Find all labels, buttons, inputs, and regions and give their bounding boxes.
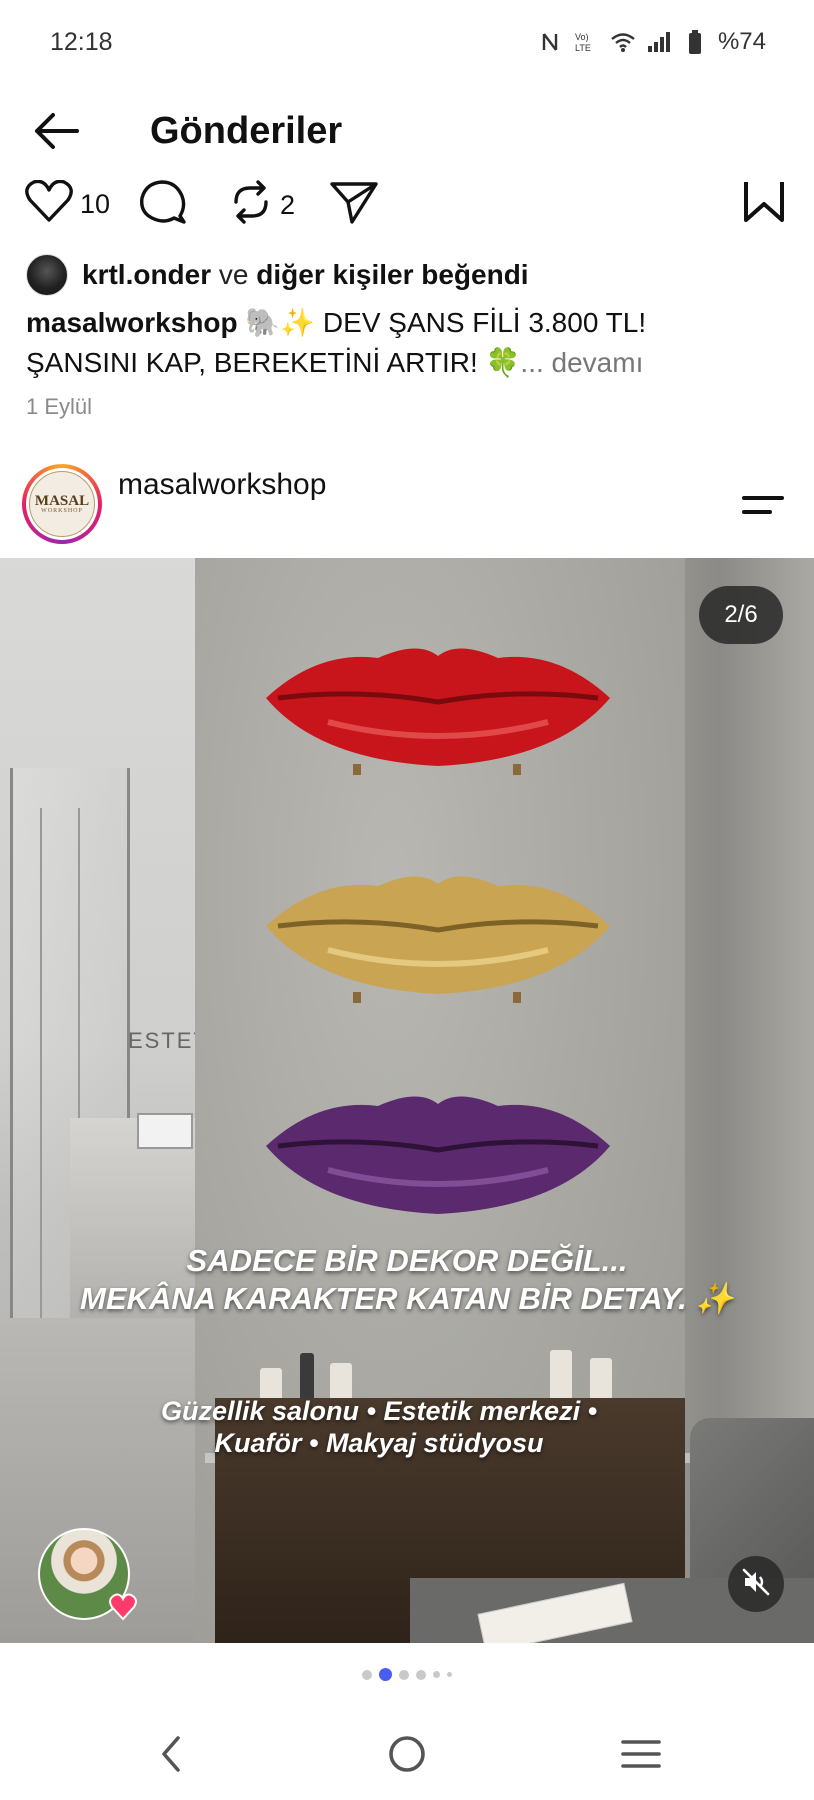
nav-recents-button[interactable] — [606, 1728, 676, 1784]
likes-summary[interactable]: krtl.onder ve diğer kişiler beğendi — [26, 254, 529, 296]
carousel-dot — [433, 1671, 440, 1678]
carousel-dot — [399, 1669, 409, 1680]
purple-lips-decor — [266, 1096, 610, 1214]
battery-icon — [682, 29, 708, 55]
repost-count: 2 — [280, 190, 296, 220]
post-caption[interactable]: masalworkshop 🐘✨ DEV ŞANS FİLİ 3.800 TL!… — [26, 303, 746, 383]
carousel-indicator — [0, 1668, 814, 1681]
carousel-dot — [416, 1669, 426, 1680]
caption-more-link[interactable]: ... devamı — [520, 347, 643, 378]
signal-icon — [646, 29, 672, 55]
overlay-subline-2: Kuaför • Makyaj stüdyosu — [214, 1428, 544, 1458]
profile-avatar-inner: MASAL WORKSHOP — [26, 468, 98, 540]
post-date: 1 Eylül — [26, 394, 93, 419]
back-button[interactable] — [26, 108, 86, 158]
heart-icon — [24, 179, 74, 229]
red-lips-decor — [266, 648, 610, 775]
avatar — [26, 254, 68, 296]
status-bar: 12:18 Vo) LTE %74 — [0, 0, 814, 90]
overlay-subline-1: Güzellik salonu • Estetik merkezi • — [160, 1396, 598, 1426]
overlay-headline-1: SADECE BİR DEKOR DEĞİL... — [186, 1243, 628, 1278]
likes-others[interactable]: diğer kişiler beğendi — [256, 259, 528, 290]
share-button[interactable] — [330, 180, 380, 231]
nav-home-icon — [387, 1734, 427, 1779]
likes-connector: ve — [218, 259, 249, 290]
heart-badge-icon — [108, 1592, 138, 1622]
comment-icon — [138, 180, 188, 231]
monitor — [137, 1113, 193, 1149]
battery-percent: %74 — [717, 28, 766, 55]
status-icons: Vo) LTE %74 — [538, 28, 766, 56]
status-time: 12:18 — [50, 28, 113, 56]
gold-lips-decor — [266, 876, 610, 1003]
save-icon — [742, 180, 786, 231]
mute-icon — [741, 1567, 771, 1602]
previous-post-actions: 10 2 — [0, 179, 814, 231]
caption-username[interactable]: masalworkshop — [26, 307, 238, 338]
page-title: Gönderiler — [150, 110, 343, 152]
nav-recents-icon — [620, 1737, 662, 1776]
post-image[interactable]: ESTET 2/6 SADECE BİR DEKOR DEĞİL... MEKÂ… — [0, 558, 814, 1643]
liker-username[interactable]: krtl.onder — [82, 259, 211, 290]
nav-home-button[interactable] — [372, 1728, 442, 1784]
wifi-icon — [610, 29, 636, 55]
post-menu-button[interactable] — [740, 490, 786, 520]
logo-subtext: WORKSHOP — [41, 508, 83, 514]
svg-text:LTE: LTE — [575, 43, 591, 53]
share-icon — [330, 180, 380, 231]
system-nav-bar — [0, 1712, 814, 1800]
nav-back-button[interactable] — [136, 1728, 206, 1784]
like-button[interactable]: 10 — [24, 179, 111, 229]
volte-icon: Vo) LTE — [574, 29, 600, 55]
comment-button[interactable] — [138, 180, 188, 231]
carousel-dot — [447, 1672, 452, 1677]
top-bar: Gönderiler — [0, 92, 814, 172]
svg-text:Vo): Vo) — [575, 32, 589, 42]
profile-avatar-logo: MASAL WORKSHOP — [29, 471, 95, 537]
logo-text: MASAL — [34, 493, 90, 509]
nfc-icon — [538, 29, 564, 55]
menu-icon — [740, 496, 786, 524]
profile-avatar-ring[interactable]: MASAL WORKSHOP — [22, 464, 102, 544]
carousel-dot — [362, 1669, 372, 1680]
post-header: MASAL WORKSHOP masalworkshop — [0, 460, 814, 550]
nav-back-icon — [156, 1734, 186, 1779]
repost-icon — [228, 180, 274, 231]
post-username[interactable]: masalworkshop — [118, 468, 326, 502]
likes-text: krtl.onder ve diğer kişiler beğendi — [82, 259, 529, 291]
save-button[interactable] — [742, 180, 786, 231]
overlay-headline-2: MEKÂNA KARAKTER KATAN BİR DETAY. ✨ — [80, 1281, 734, 1316]
arrow-left-icon — [31, 111, 81, 156]
carousel-dot-active — [379, 1668, 392, 1681]
repost-button[interactable]: 2 — [228, 180, 295, 231]
like-count: 10 — [80, 189, 111, 219]
mute-button[interactable] — [728, 1556, 784, 1612]
carousel-counter: 2/6 — [699, 586, 783, 644]
